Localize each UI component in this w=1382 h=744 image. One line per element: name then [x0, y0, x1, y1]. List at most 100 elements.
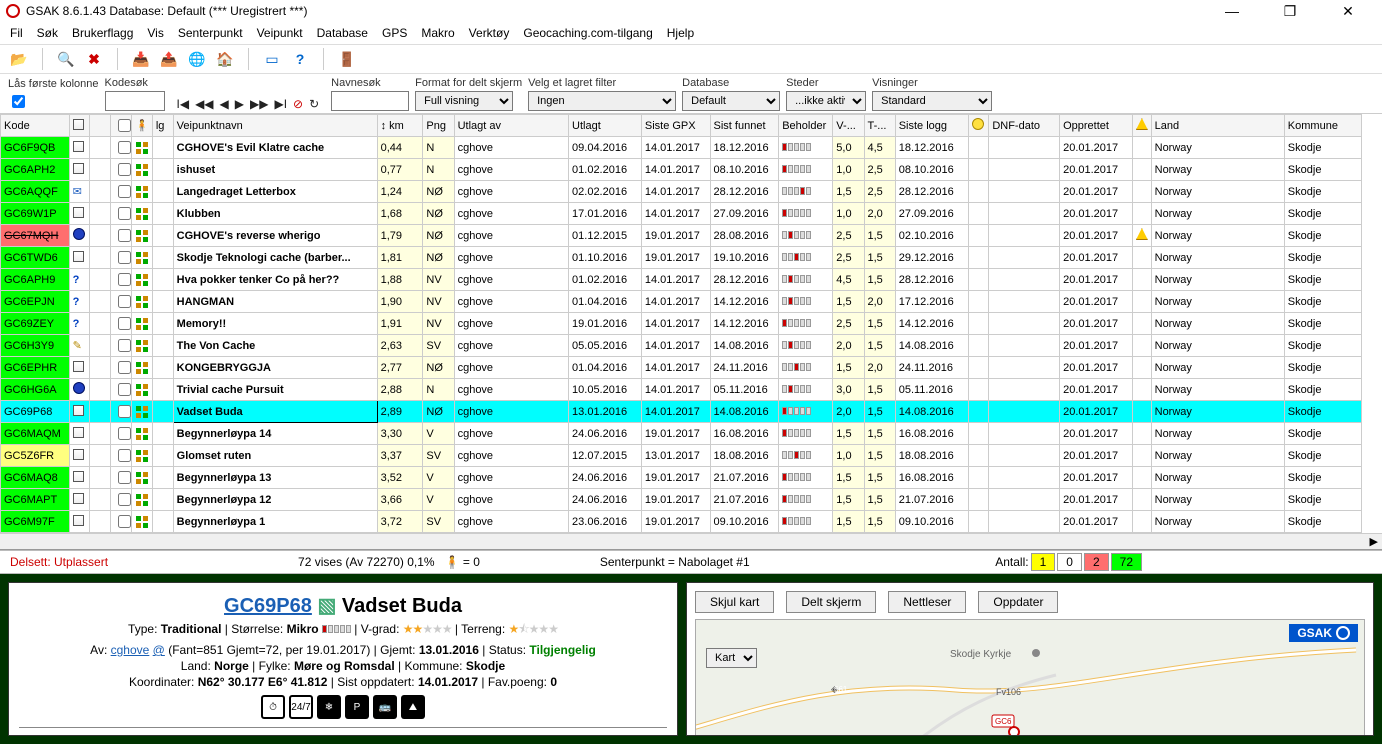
refresh-icon[interactable]: ↻ [309, 97, 319, 111]
col-header[interactable] [69, 115, 90, 137]
refresh-map-button[interactable]: Oppdater [978, 591, 1058, 613]
waypoint-name: KONGEBRYGGJA [173, 357, 377, 379]
col-header[interactable]: T-... [864, 115, 895, 137]
window-icon[interactable]: ▭ [263, 50, 281, 68]
waypoint-name: Begynnerløypa 13 [173, 467, 377, 489]
last-icon[interactable]: ▶I [274, 97, 287, 111]
cache-grid[interactable]: Kode 🧍lgVeipunktnavn↕ kmPngUtlagt avUtlag… [0, 114, 1382, 533]
first-icon[interactable]: I◀ [177, 97, 190, 111]
table-row[interactable]: GC69P68Vadset Buda2,89NØcghove13.01.2016… [1, 401, 1362, 423]
col-header[interactable]: Opprettet [1060, 115, 1133, 137]
search-doc-icon[interactable]: 🔍 [57, 50, 75, 68]
col-header[interactable]: Siste GPX [641, 115, 710, 137]
menu-gps[interactable]: GPS [382, 26, 407, 40]
col-header[interactable]: Utlagt [569, 115, 642, 137]
owner-link[interactable]: cghove [111, 643, 150, 657]
col-header[interactable]: Land [1151, 115, 1284, 137]
menu-verktøy[interactable]: Verktøy [469, 26, 510, 40]
table-row[interactable]: GC6EPJN?HANGMAN1,90NVcghove01.04.201614.… [1, 291, 1362, 313]
col-header[interactable]: ↕ km [377, 115, 423, 137]
minimize-button[interactable]: — [1212, 3, 1252, 20]
col-header[interactable]: Kommune [1284, 115, 1361, 137]
menu-database[interactable]: Database [317, 26, 368, 40]
splitformat-label: Format for delt skjerm [415, 77, 522, 89]
database-select[interactable]: Default [682, 91, 780, 111]
menu-brukerflagg[interactable]: Brukerflagg [72, 26, 133, 40]
cache-code-link[interactable]: GC69P68 [224, 595, 312, 617]
exit-icon[interactable]: 🚪 [338, 50, 356, 68]
send-gps-icon[interactable]: 📥 [132, 50, 150, 68]
owner-at-link[interactable]: @ [153, 643, 165, 657]
back-icon[interactable]: ◀ [220, 97, 229, 111]
codesearch-input[interactable] [105, 91, 165, 111]
menu-veipunkt[interactable]: Veipunkt [257, 26, 303, 40]
recv-gps-icon[interactable]: 📤 [160, 50, 178, 68]
table-row[interactable]: GC6EPHRKONGEBRYGGJA2,77NØcghove01.04.201… [1, 357, 1362, 379]
col-header[interactable]: Sist funnet [710, 115, 779, 137]
coordinates: N62° 30.177 E6° 41.812 [198, 675, 328, 689]
col-header[interactable] [111, 115, 132, 137]
col-header[interactable] [90, 115, 111, 137]
col-header[interactable]: Utlagt av [454, 115, 568, 137]
table-row[interactable]: GC69ZEY?Memory!!1,91NVcghove19.01.201614… [1, 313, 1362, 335]
table-row[interactable]: GC69W1PKlubben1,68NØcghove17.01.201614.0… [1, 203, 1362, 225]
horizontal-scrollbar[interactable]: ▶ [0, 533, 1382, 549]
fastback-icon[interactable]: ◀◀ [195, 97, 213, 111]
table-row[interactable]: GC6TWD6Skodje Teknologi cache (barber...… [1, 247, 1362, 269]
col-header[interactable]: Kode [1, 115, 70, 137]
open-icon[interactable]: 📂 [10, 50, 28, 68]
col-header[interactable]: Veipunktnavn [173, 115, 377, 137]
fastfwd-icon[interactable]: ▶▶ [250, 97, 268, 111]
table-row[interactable]: GC6M97FBegynnerløypa 13,72SVcghove23.06.… [1, 511, 1362, 533]
table-row[interactable]: GC6H3Y9✎The Von Cache2,63SVcghove05.05.2… [1, 335, 1362, 357]
flag-col-checkbox[interactable] [118, 119, 131, 132]
savedfilter-select[interactable]: Ingen [528, 91, 676, 111]
menu-søk[interactable]: Søk [37, 26, 58, 40]
globe-icon[interactable]: 🌐 [188, 50, 206, 68]
clear-icon[interactable]: ⊘ [293, 97, 303, 111]
table-row[interactable]: GC6APH2ishuset0,77Ncghove01.02.201614.01… [1, 159, 1362, 181]
col-header[interactable] [1132, 115, 1151, 137]
help-icon[interactable]: ? [291, 50, 309, 68]
table-row[interactable]: GC6F9QBCGHOVE's Evil Klatre cache0,44Ncg… [1, 137, 1362, 159]
col-header[interactable]: lg [152, 115, 173, 137]
map[interactable]: GSAK Kart ◈ 661 Fv106 Skodje Kyrkje GC6 [695, 619, 1365, 736]
table-row[interactable]: GC5Z6FRGlomset ruten3,37SVcghove12.07.20… [1, 445, 1362, 467]
difficulty-stars: ★★★★★ [403, 622, 452, 636]
menu-senterpunkt[interactable]: Senterpunkt [178, 26, 243, 40]
menu-hjelp[interactable]: Hjelp [667, 26, 694, 40]
table-row[interactable]: GC67MQHCGHOVE's reverse wherigo1,79NØcgh… [1, 225, 1362, 247]
col-header[interactable]: V-... [833, 115, 864, 137]
views-select[interactable]: Standard [872, 91, 992, 111]
col-header[interactable]: Beholder [779, 115, 833, 137]
table-row[interactable]: GC6APH9?Hva pokker tenker Co på her??1,8… [1, 269, 1362, 291]
table-row[interactable]: GC6MAPTBegynnerløypa 123,66Vcghove24.06.… [1, 489, 1362, 511]
menu-makro[interactable]: Makro [421, 26, 454, 40]
col-header[interactable]: Png [423, 115, 454, 137]
split-screen-button[interactable]: Delt skjerm [786, 591, 876, 613]
hide-map-button[interactable]: Skjul kart [695, 591, 774, 613]
lockcol-checkbox[interactable] [12, 95, 25, 108]
maximize-button[interactable]: ❐ [1270, 3, 1310, 20]
col-header[interactable] [968, 115, 989, 137]
table-row[interactable]: GC6MAQ8Begynnerløypa 133,52Vcghove24.06.… [1, 467, 1362, 489]
table-row[interactable]: GC6HG6ATrivial cache Pursuit2,88Ncghove1… [1, 379, 1362, 401]
delete-icon[interactable]: ✖ [85, 50, 103, 68]
menu-vis[interactable]: Vis [147, 26, 163, 40]
toolbar: 📂 🔍 ✖ 📥 📤 🌐 🏠 ▭ ? 🚪 [0, 44, 1382, 74]
table-row[interactable]: GC6MAQMBegynnerløypa 143,30Vcghove24.06.… [1, 423, 1362, 445]
browser-button[interactable]: Nettleser [888, 591, 966, 613]
col-header[interactable]: Siste logg [895, 115, 968, 137]
namesearch-input[interactable] [331, 91, 409, 111]
cache-status: Tilgjengelig [529, 643, 595, 657]
menu-geocaching.com-tilgang[interactable]: Geocaching.com-tilgang [523, 26, 652, 40]
play-icon[interactable]: ▶ [235, 97, 244, 111]
locations-select[interactable]: ...ikke aktive [786, 91, 866, 111]
home-icon[interactable]: 🏠 [216, 50, 234, 68]
table-row[interactable]: GC6AQQF✉Langedraget Letterbox1,24NØcghov… [1, 181, 1362, 203]
menu-fil[interactable]: Fil [10, 26, 23, 40]
col-header[interactable]: 🧍 [132, 115, 153, 137]
close-button[interactable]: ✕ [1328, 3, 1368, 20]
splitformat-select[interactable]: Full visning [415, 91, 513, 111]
col-header[interactable]: DNF-dato [989, 115, 1060, 137]
